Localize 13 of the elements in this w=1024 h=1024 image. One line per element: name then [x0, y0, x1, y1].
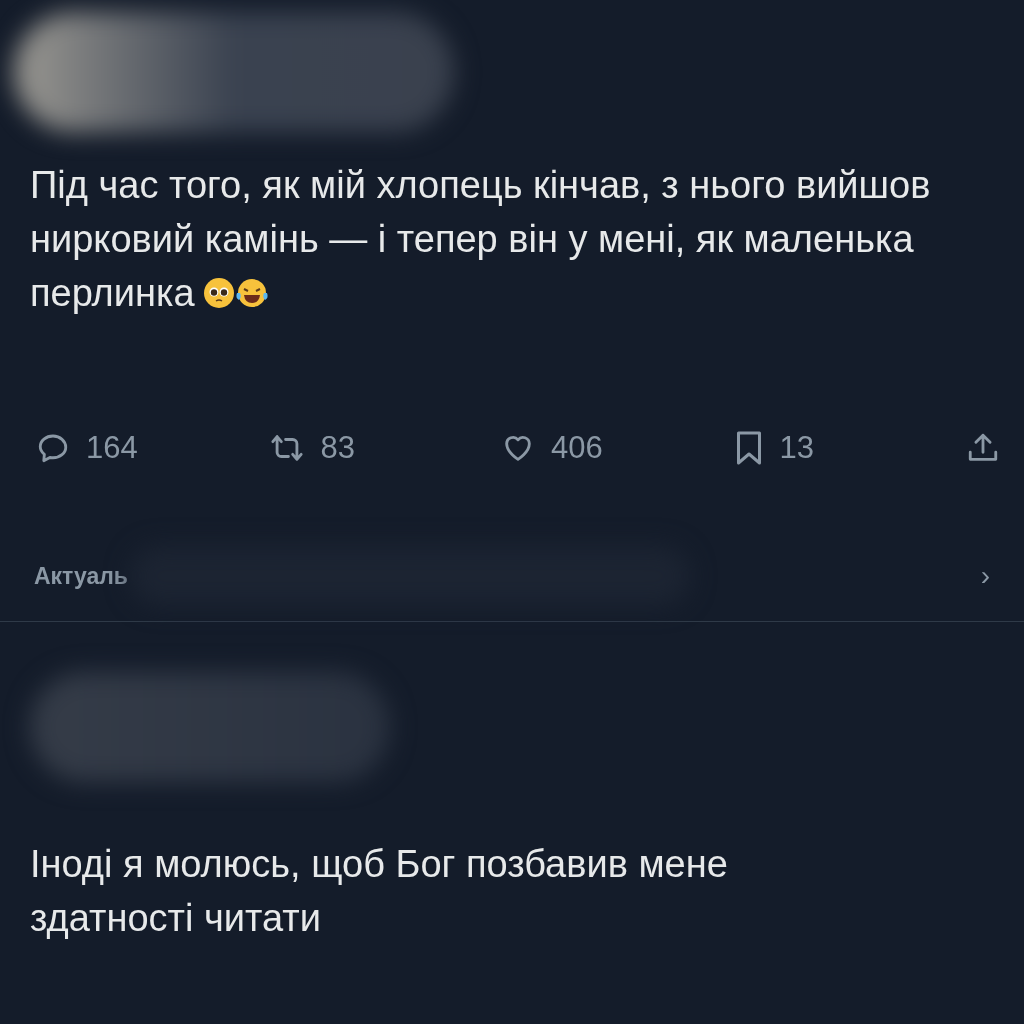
post-text: Під час того, як мій хлопець кінчав, з нього вийшов	[30, 163, 931, 208]
pleading-face-icon	[202, 277, 235, 309]
chevron-icon[interactable]: ›	[980, 555, 990, 597]
action-count: 13	[779, 429, 814, 467]
post-text: нирковий камінь — і тепер він у мені, як маленька	[30, 217, 914, 262]
post-text: Іноді я молюсь, щоб Бог позбавив мене	[30, 841, 729, 887]
post-text: перлинка	[30, 271, 195, 316]
post-text: здатності читати	[30, 895, 322, 941]
laughing-face-icon	[234, 277, 269, 309]
action-count: 164	[86, 429, 138, 467]
related-label[interactable]: Актуаль	[34, 558, 128, 594]
action-count: 83	[320, 429, 355, 467]
action-count: 406	[551, 429, 603, 467]
